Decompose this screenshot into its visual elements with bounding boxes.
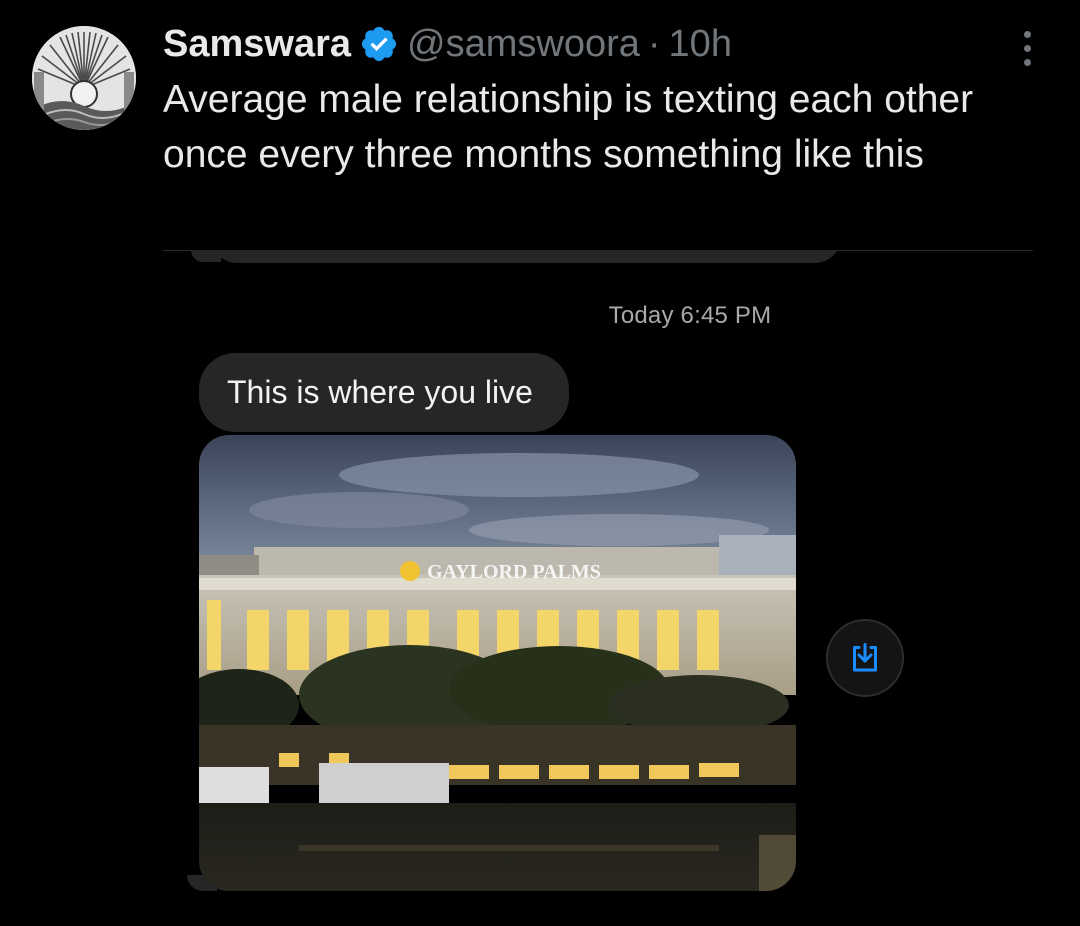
more-dot: [1023, 44, 1031, 52]
tweet-text: Average male relationship is texting eac…: [163, 78, 974, 176]
tweet-header: Samswara @samswoora · 10h: [163, 20, 732, 68]
photo-message[interactable]: GAYLORD PALMS: [199, 435, 796, 891]
display-name[interactable]: Samswara: [163, 23, 351, 66]
message-bubble: This is where you live: [199, 353, 569, 432]
verified-badge-icon: [359, 24, 399, 64]
handle[interactable]: @samswoora: [407, 23, 640, 66]
previous-bubble-tail: [191, 250, 221, 262]
tweet-media[interactable]: Today 6:45 PM This is where you live GAY…: [163, 250, 1080, 926]
more-options-icon[interactable]: [1010, 26, 1044, 70]
timestamp[interactable]: 10h: [669, 23, 732, 66]
previous-message-bubble: [211, 250, 841, 263]
more-dot: [1023, 58, 1031, 66]
save-photo-button[interactable]: [826, 619, 904, 697]
message-timestamp: Today 6:45 PM: [608, 302, 772, 329]
separator-dot: ·: [647, 22, 661, 65]
hotel-sign: GAYLORD PALMS: [427, 561, 601, 583]
more-dot: [1023, 30, 1031, 38]
save-download-icon: [853, 643, 877, 672]
avatar-image: [32, 26, 136, 130]
avatar[interactable]: [32, 26, 136, 130]
message-text: This is where you live: [227, 374, 533, 410]
hotel-photo: GAYLORD PALMS: [199, 435, 796, 891]
